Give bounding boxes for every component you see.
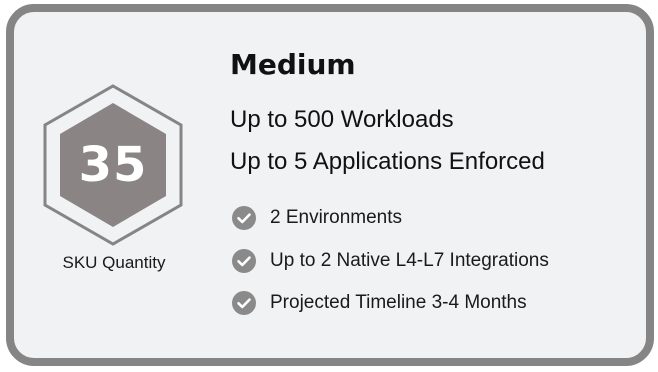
feature-item-integrations: Up to 2 Native L4-L7 Integrations: [232, 248, 549, 274]
feature-item-timeline: Projected Timeline 3-4 Months: [232, 290, 527, 316]
applications-headline: Up to 5 Applications Enforced: [230, 148, 545, 175]
check-circle-icon: [232, 291, 256, 315]
check-circle-icon: [232, 249, 256, 273]
feature-label: Up to 2 Native L4-L7 Integrations: [270, 250, 549, 271]
check-circle-icon: [232, 206, 256, 230]
feature-label: Projected Timeline 3-4 Months: [270, 292, 527, 313]
feature-label: 2 Environments: [270, 207, 403, 228]
feature-item-environments: 2 Environments: [232, 205, 402, 231]
workloads-headline: Up to 500 Workloads: [230, 106, 454, 133]
sku-quantity-label: SKU Quantity: [62, 253, 166, 272]
plan-title: Medium: [230, 48, 356, 81]
sku-quantity-value: 35: [78, 137, 148, 193]
